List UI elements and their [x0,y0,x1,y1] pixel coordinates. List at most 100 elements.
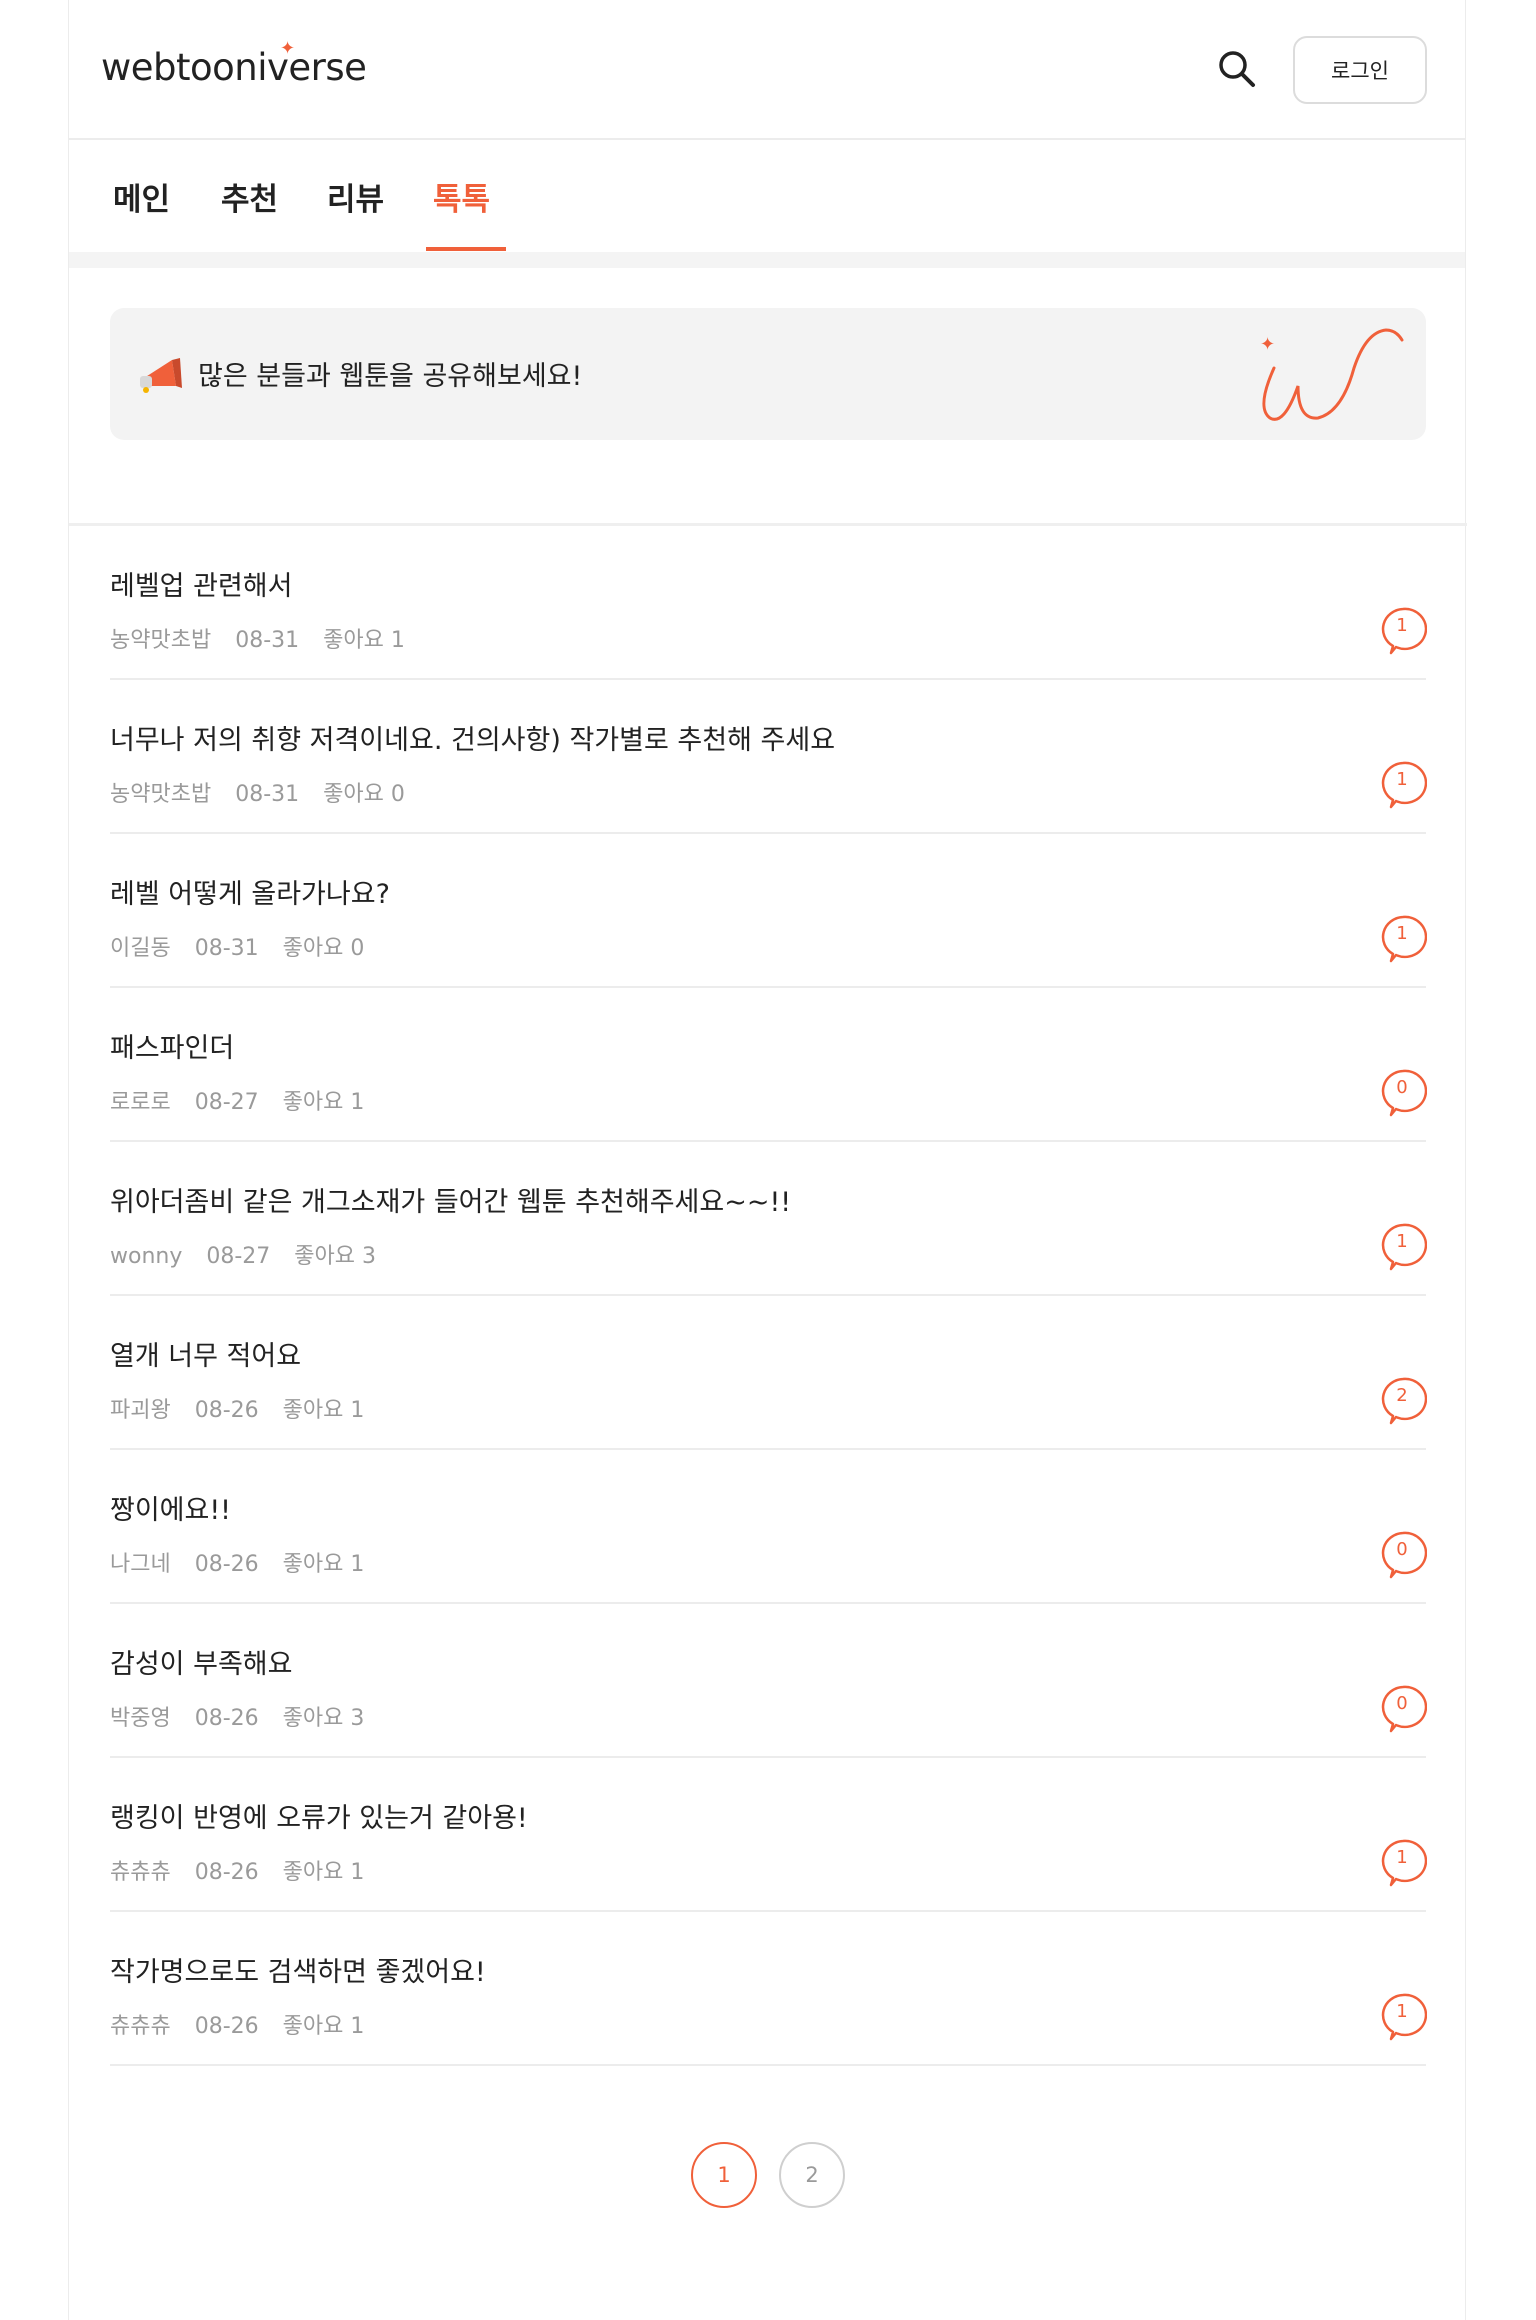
comment-count: 1 [1396,769,1408,790]
post-author: 로로로 [110,1090,171,1115]
search-icon [1219,51,1255,87]
post-date: 08-31 [194,936,259,961]
post-title[interactable]: 작가명으로도 검색하면 좋겠어요! [110,1950,486,1989]
page-button-2[interactable]: 2 [779,2142,845,2208]
comment-count-badge: 0 [1379,1530,1428,1580]
comment-count: 1 [1396,2001,1408,2022]
post-author: 농약맛초밥 [110,628,212,653]
comment-count: 1 [1396,923,1408,944]
post-likes: 좋아요 1 [282,1552,365,1577]
post-meta: 로로로 08-27 좋아요 1 [110,1084,388,1116]
post-likes: 좋아요 0 [282,936,365,961]
comment-count-badge: 1 [1379,1992,1428,2042]
post-row[interactable]: 감성이 부족해요 박중영 08-26 좋아요 3 0 [110,1604,1428,1758]
post-meta: 츄츄츄 08-26 좋아요 1 [110,1854,388,1886]
post-likes: 좋아요 1 [282,1860,365,1885]
post-row[interactable]: 짱이에요!! 나그네 08-26 좋아요 1 0 [110,1450,1428,1604]
post-title[interactable]: 패스파인더 [110,1026,234,1065]
svg-text:✦: ✦ [1260,334,1275,355]
logo-text: webtooniverse [101,46,367,89]
site-header: webtooniverse ✦ 로그인 [69,0,1465,140]
post-likes: 좋아요 1 [282,1398,365,1423]
search-button[interactable] [1214,46,1260,92]
post-author: 박중영 [110,1706,171,1731]
post-meta: wonny 08-27 좋아요 3 [110,1238,400,1270]
comment-count-badge: 1 [1379,1222,1428,1272]
post-date: 08-31 [235,782,300,807]
post-row[interactable]: 열개 너무 적어요 파괴왕 08-26 좋아요 1 2 [110,1296,1428,1450]
post-date: 08-27 [206,1244,271,1269]
page: webtooniverse ✦ 로그인 메인 추천 리뷰 톡톡 많은 분들과 웹… [68,0,1467,2320]
post-meta: 농약맛초밥 08-31 좋아요 0 [110,776,429,808]
comment-count-badge: 1 [1379,606,1428,656]
post-meta: 파괴왕 08-26 좋아요 1 [110,1392,388,1424]
comment-count: 1 [1396,1231,1408,1252]
share-banner[interactable]: 많은 분들과 웹툰을 공유해보세요! ✦ [110,308,1426,440]
post-meta: 나그네 08-26 좋아요 1 [110,1546,388,1578]
post-author: 츄츄츄 [110,1860,171,1885]
post-date: 08-26 [194,1552,259,1577]
post-meta: 박중영 08-26 좋아요 3 [110,1700,388,1732]
post-title[interactable]: 위아더좀비 같은 개그소재가 들어간 웹툰 추천해주세요~~!! [110,1180,791,1219]
post-meta: 츄츄츄 08-26 좋아요 1 [110,2008,388,2040]
post-author: 나그네 [110,1552,171,1577]
comment-count-badge: 0 [1379,1068,1428,1118]
tab-main[interactable]: 메인 [113,174,170,219]
post-date: 08-27 [194,1090,259,1115]
banner-text: 많은 분들과 웹툰을 공유해보세요! [198,361,583,392]
tab-talk[interactable]: 톡톡 [433,174,490,219]
tab-recommend[interactable]: 추천 [221,174,278,219]
tab-review[interactable]: 리뷰 [327,174,384,219]
post-likes: 좋아요 1 [282,2014,365,2039]
post-likes: 좋아요 0 [323,782,405,807]
post-likes: 좋아요 1 [323,628,405,653]
post-title[interactable]: 레벨 어떻게 올라가나요? [110,872,390,911]
comment-count-badge: 1 [1379,1838,1428,1888]
post-row[interactable]: 위아더좀비 같은 개그소재가 들어간 웹툰 추천해주세요~~!! wonny 08… [110,1142,1428,1296]
sparkle-icon: ✦ [280,38,295,59]
post-title[interactable]: 레벨업 관련해서 [110,564,292,603]
comment-count: 1 [1396,615,1408,636]
post-meta: 이길동 08-31 좋아요 0 [110,930,388,962]
comment-count: 0 [1396,1077,1408,1098]
post-date: 08-26 [194,2014,259,2039]
comment-count-badge: 2 [1379,1376,1428,1426]
post-row[interactable]: 너무나 저의 취향 저격이네요. 건의사항) 작가별로 추천해 주세요 농약맛초… [110,680,1428,834]
post-date: 08-26 [194,1860,259,1885]
post-meta: 농약맛초밥 08-31 좋아요 1 [110,622,429,654]
post-author: 츄츄츄 [110,2014,171,2039]
post-likes: 좋아요 3 [282,1706,365,1731]
post-title[interactable]: 너무나 저의 취향 저격이네요. 건의사항) 작가별로 추천해 주세요 [110,718,835,757]
post-author: 파괴왕 [110,1398,171,1423]
post-author: wonny [110,1244,183,1269]
post-title[interactable]: 짱이에요!! [110,1488,231,1527]
post-row[interactable]: 레벨 어떻게 올라가나요? 이길동 08-31 좋아요 0 1 [110,834,1428,988]
megaphone-icon [140,358,182,393]
comment-count: 1 [1396,1847,1408,1868]
comment-count: 0 [1396,1539,1408,1560]
brand-w-icon: ✦ [1260,328,1404,421]
post-title[interactable]: 감성이 부족해요 [110,1642,292,1681]
post-date: 08-31 [235,628,300,653]
logo[interactable]: webtooniverse ✦ [101,38,367,89]
main-tabs: 메인 추천 리뷰 톡톡 [69,140,1465,252]
post-list: 레벨업 관련해서 농약맛초밥 08-31 좋아요 1 1 너무나 저의 취향 저격이… [110,526,1428,2066]
comment-count-badge: 1 [1379,914,1428,964]
comment-count-badge: 0 [1379,1684,1428,1734]
section-divider [69,252,1465,268]
post-row[interactable]: 작가명으로도 검색하면 좋겠어요! 츄츄츄 08-26 좋아요 1 1 [110,1912,1428,2066]
post-author: 이길동 [110,936,171,961]
post-row[interactable]: 패스파인더 로로로 08-27 좋아요 1 0 [110,988,1428,1142]
post-likes: 좋아요 3 [294,1244,377,1269]
post-row[interactable]: 랭킹이 반영에 오류가 있는거 같아용! 츄츄츄 08-26 좋아요 1 1 [110,1758,1428,1912]
post-title[interactable]: 랭킹이 반영에 오류가 있는거 같아용! [110,1796,528,1835]
comment-count: 2 [1396,1385,1408,1406]
comment-count-badge: 1 [1379,760,1428,810]
page-button-1[interactable]: 1 [691,2142,757,2208]
post-date: 08-26 [194,1706,259,1731]
post-title[interactable]: 열개 너무 적어요 [110,1334,301,1373]
post-row[interactable]: 레벨업 관련해서 농약맛초밥 08-31 좋아요 1 1 [110,526,1428,680]
post-date: 08-26 [194,1398,259,1423]
login-button[interactable]: 로그인 [1293,36,1427,104]
comment-count: 0 [1396,1693,1408,1714]
